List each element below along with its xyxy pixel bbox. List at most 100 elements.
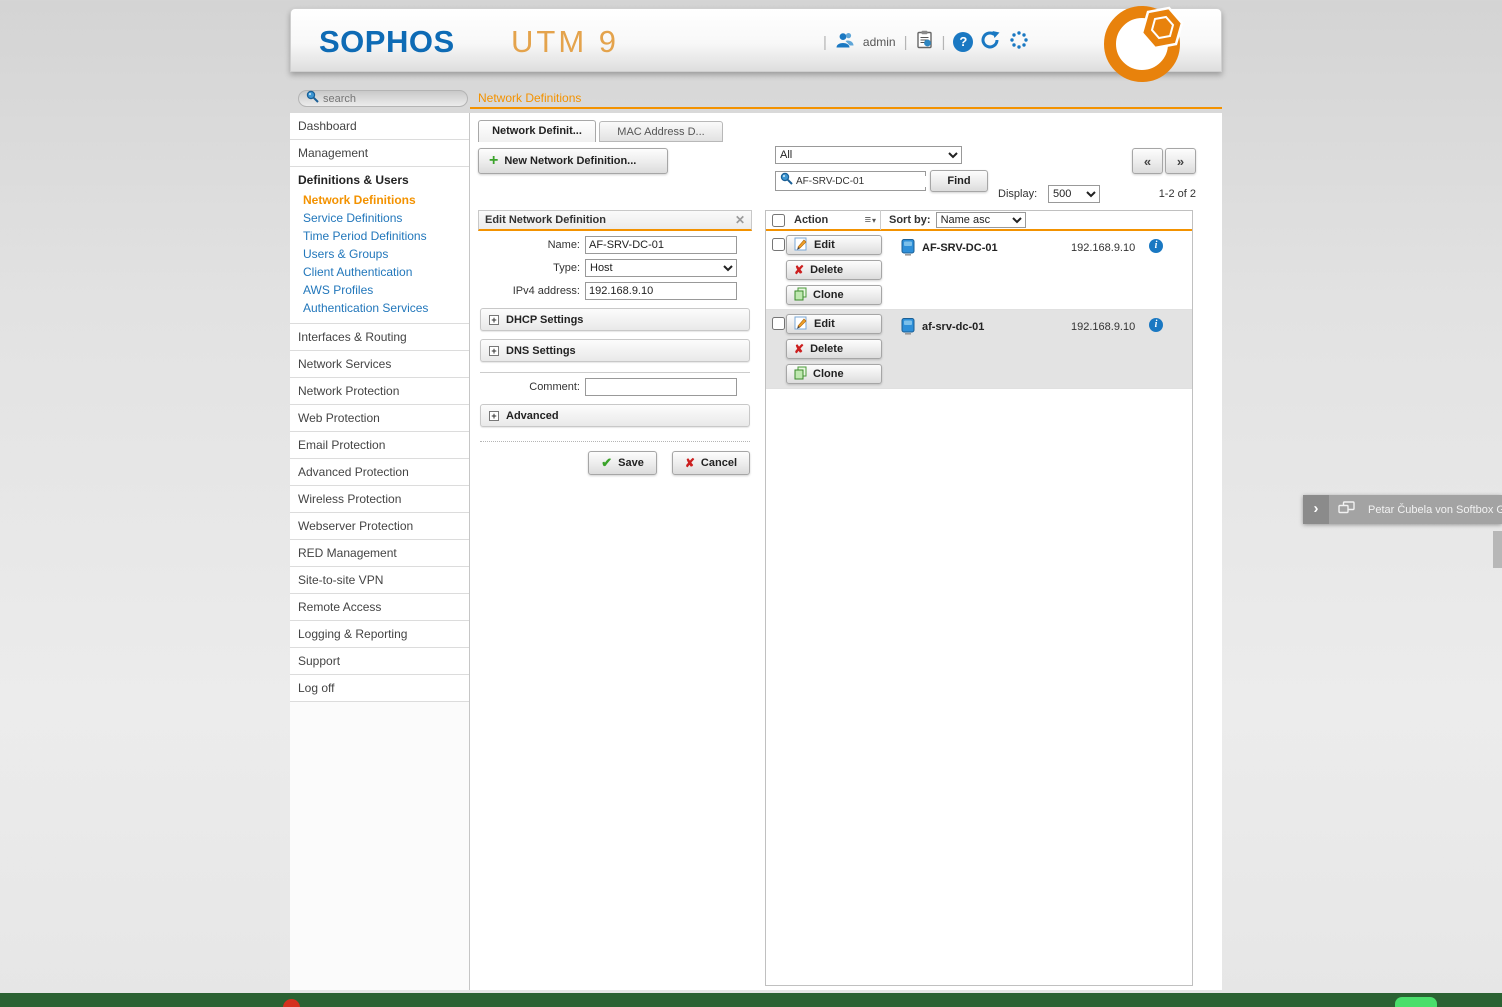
cancel-button[interactable]: ✘ Cancel	[672, 451, 750, 475]
sidebar-item-advanced-protection[interactable]: Advanced Protection	[290, 459, 469, 486]
host-icon	[901, 239, 915, 261]
sidebar-item-authentication-services[interactable]: Authentication Services	[290, 299, 469, 317]
type-filter-select[interactable]: All	[775, 146, 962, 164]
batch-menu-icon[interactable]: ≡ ▾	[865, 214, 876, 226]
next-page-button[interactable]: »	[1165, 148, 1196, 174]
logged-in-user[interactable]: admin	[863, 35, 896, 49]
app-window: SOPHOS UTM 9 | admin | | ?	[290, 8, 1222, 990]
search-icon	[780, 172, 793, 190]
sidebar-item-support[interactable]: Support	[290, 648, 469, 675]
sidebar-item-wireless-protection[interactable]: Wireless Protection	[290, 486, 469, 513]
comment-row: Comment:	[478, 378, 752, 396]
clone-button[interactable]: Clone	[786, 364, 882, 384]
advanced-section[interactable]: + Advanced	[480, 404, 750, 427]
dns-settings-section[interactable]: + DNS Settings	[480, 339, 750, 362]
delete-button[interactable]: ✘ Delete	[786, 339, 882, 359]
delete-button[interactable]: ✘ Delete	[786, 260, 882, 280]
sidebar-item-aws-profiles[interactable]: AWS Profiles	[290, 281, 469, 299]
definition-name[interactable]: af-srv-dc-01	[922, 321, 984, 333]
dhcp-settings-label: DHCP Settings	[506, 314, 583, 326]
sidebar-item-webserver-protection[interactable]: Webserver Protection	[290, 513, 469, 540]
sidebar-item-time-period-definitions[interactable]: Time Period Definitions	[290, 227, 469, 245]
row-checkbox[interactable]	[772, 317, 785, 330]
overlay-side-tab[interactable]	[1493, 531, 1502, 568]
expand-icon[interactable]: +	[489, 315, 499, 325]
help-icon[interactable]: ?	[953, 32, 973, 52]
find-field[interactable]: ✕	[775, 171, 926, 191]
new-network-definition-button[interactable]: + New Network Definition...	[478, 148, 668, 174]
title-rule	[470, 107, 1222, 109]
find-button[interactable]: Find	[930, 170, 988, 192]
clone-button[interactable]: Clone	[786, 285, 882, 305]
sidebar-item-email-protection[interactable]: Email Protection	[290, 432, 469, 459]
dhcp-settings-section[interactable]: + DHCP Settings	[480, 308, 750, 331]
app-header: SOPHOS UTM 9 | admin | | ?	[290, 8, 1222, 72]
sidebar-section-definitions-users: Definitions & Users Network Definitions …	[290, 167, 469, 324]
sidebar-item-management[interactable]: Management	[290, 140, 469, 167]
name-row: Name:	[478, 236, 752, 254]
tab-network-definitions[interactable]: Network Definit...	[478, 120, 596, 142]
tab-mac-address-definitions[interactable]: MAC Address D...	[599, 121, 723, 142]
expand-icon[interactable]: +	[489, 411, 499, 421]
sidebar-nav: Dashboard Management Definitions & Users…	[290, 113, 470, 990]
definition-row: Edit ✘ Delete Clone AF-SRV-DC-01 192.168…	[766, 231, 1192, 310]
sidebar-item-logging-reporting[interactable]: Logging & Reporting	[290, 621, 469, 648]
expand-icon[interactable]: +	[489, 346, 499, 356]
info-icon[interactable]: i	[1149, 318, 1163, 332]
clone-label: Clone	[813, 289, 844, 301]
sidebar-item-service-definitions[interactable]: Service Definitions	[290, 209, 469, 227]
sidebar-item-dashboard[interactable]: Dashboard	[290, 113, 469, 140]
presenter-name: Petar Čubela von Softbox GmbH	[1368, 504, 1502, 516]
close-icon[interactable]: ✕	[735, 213, 745, 227]
sidebar-item-site-to-site-vpn[interactable]: Site-to-site VPN	[290, 567, 469, 594]
find-input[interactable]	[796, 176, 928, 187]
type-select[interactable]: Host	[585, 259, 737, 277]
info-icon[interactable]: i	[1149, 239, 1163, 253]
edit-panel-header: Edit Network Definition ✕	[478, 210, 752, 231]
sidebar-item-network-definitions[interactable]: Network Definitions	[290, 191, 469, 209]
refresh-icon[interactable]	[981, 31, 1001, 54]
chevron-right-icon[interactable]: ›	[1303, 495, 1329, 524]
definition-name[interactable]: AF-SRV-DC-01	[922, 242, 998, 254]
check-icon: ✔	[601, 455, 612, 471]
ipv4-field[interactable]	[585, 282, 737, 300]
support-clipboard-icon[interactable]	[916, 30, 934, 55]
screen-share-icon	[1338, 501, 1355, 519]
sidebar-section-label[interactable]: Definitions & Users	[290, 167, 469, 191]
sophos-logo: SOPHOS	[319, 24, 455, 60]
edit-button[interactable]: Edit	[786, 314, 882, 334]
sort-select[interactable]: Name asc	[936, 212, 1026, 228]
host-icon	[901, 318, 915, 340]
previous-page-button[interactable]: «	[1132, 148, 1163, 174]
display-count-select[interactable]: 500	[1048, 185, 1100, 203]
delete-icon: ✘	[794, 342, 804, 356]
sidebar-item-network-services[interactable]: Network Services	[290, 351, 469, 378]
caret-down-icon: ▾	[872, 216, 876, 225]
name-field[interactable]	[585, 236, 737, 254]
sidebar-item-log-off[interactable]: Log off	[290, 675, 469, 702]
product-name: UTM 9	[511, 24, 619, 60]
sidebar-item-remote-access[interactable]: Remote Access	[290, 594, 469, 621]
status-pill[interactable]	[1395, 997, 1437, 1007]
save-button[interactable]: ✔ Save	[588, 451, 657, 475]
bottom-taskbar	[0, 993, 1502, 1007]
row-checkbox[interactable]	[772, 238, 785, 251]
search-input[interactable]	[323, 93, 465, 105]
sidebar-item-network-protection[interactable]: Network Protection	[290, 378, 469, 405]
edit-button[interactable]: Edit	[786, 235, 882, 255]
sidebar-item-red-management[interactable]: RED Management	[290, 540, 469, 567]
sort-controls: Sort by: Name asc	[881, 212, 1026, 228]
sidebar-item-users-groups[interactable]: Users & Groups	[290, 245, 469, 263]
clone-label: Clone	[813, 368, 844, 380]
sidebar-item-web-protection[interactable]: Web Protection	[290, 405, 469, 432]
sort-by-label: Sort by:	[889, 214, 931, 226]
sidebar-item-client-authentication[interactable]: Client Authentication	[290, 263, 469, 281]
comment-field[interactable]	[585, 378, 737, 396]
definition-address: 192.168.9.10	[1071, 321, 1135, 333]
sidebar-item-interfaces-routing[interactable]: Interfaces & Routing	[290, 324, 469, 351]
sidebar-search[interactable]	[298, 90, 468, 107]
type-row: Type: Host	[478, 259, 752, 277]
divider	[480, 372, 750, 373]
select-all-checkbox[interactable]	[772, 214, 785, 227]
name-label: Name:	[478, 239, 585, 251]
